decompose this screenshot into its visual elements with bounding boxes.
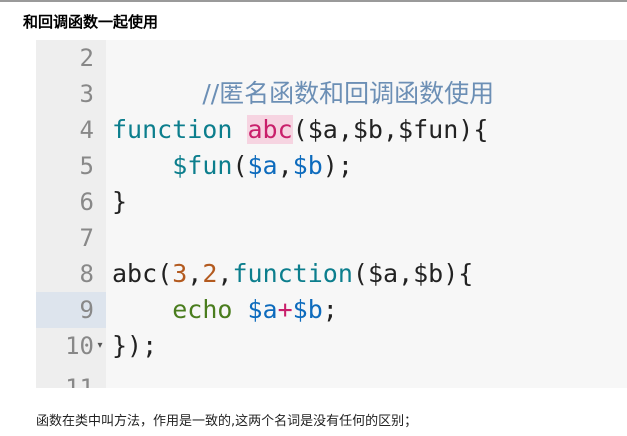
code-punct: ; — [322, 295, 338, 324]
code-variable: $b — [292, 295, 323, 324]
code-param: $b — [413, 259, 444, 288]
code-line: 4 function abc($a,$b,$fun){ — [36, 112, 627, 148]
code-punct: ); — [322, 151, 353, 180]
code-variable: $a — [247, 295, 278, 324]
code-number: 3 — [172, 259, 188, 288]
line-content: }); — [112, 328, 157, 364]
code-line: 6 } — [36, 184, 627, 220]
code-number: 2 — [202, 259, 218, 288]
code-editor[interactable]: 2 //匿名函数和回调函数使用 3 4 function abc($a,$b,$… — [36, 40, 627, 388]
code-line: 7 — [36, 220, 627, 256]
line-content: echo $a+$b; — [112, 292, 338, 328]
line-number: 10 — [65, 332, 94, 360]
code-function-name: abc — [247, 115, 293, 144]
code-punct: ( — [157, 259, 173, 288]
code-variable: $b — [292, 151, 323, 180]
line-number: 5 — [79, 152, 94, 180]
code-param: $fun — [398, 115, 459, 144]
code-line: 11 — [36, 370, 627, 388]
code-punct: , — [187, 259, 203, 288]
code-line: 2 //匿名函数和回调函数使用 — [36, 40, 627, 108]
line-content: abc(3,2,function($a,$b){ — [112, 256, 473, 292]
line-number: 3 — [79, 80, 94, 108]
line-number: 4 — [79, 116, 94, 144]
code-punct: , — [337, 115, 353, 144]
code-operator: + — [277, 295, 293, 324]
fold-arrow-icon[interactable]: ▾ — [94, 328, 106, 364]
code-param: $b — [352, 115, 383, 144]
code-punct: ( — [352, 259, 368, 288]
code-param: $a — [367, 259, 399, 288]
code-punct: ){ — [458, 115, 489, 144]
code-punct: , — [382, 115, 399, 144]
top-divider — [0, 0, 627, 2]
code-variable: $a — [247, 151, 278, 180]
line-number: 2 — [79, 44, 94, 72]
line-content: } — [112, 184, 127, 220]
code-punct: ( — [292, 115, 308, 144]
line-number: 11 — [65, 374, 94, 388]
code-line: 8 abc(3,2,function($a,$b){ — [36, 256, 627, 292]
line-number: 6 — [79, 188, 94, 216]
code-variable-call: $fun — [172, 151, 233, 180]
line-content: function abc($a,$b,$fun){ — [112, 112, 488, 148]
code-echo-keyword: echo — [172, 295, 233, 324]
section-title: 和回调函数一起使用 — [23, 13, 159, 31]
footer-note: 函数在类中叫方法，作用是一致的,这两个名词是没有任何的区别； — [36, 414, 418, 429]
code-punct: }); — [112, 331, 158, 360]
code-line-active: 9 echo $a+$b; — [36, 292, 627, 328]
line-number-active: 9 — [36, 292, 106, 328]
code-punct: } — [112, 187, 128, 216]
code-keyword: function — [232, 259, 353, 288]
line-number: 8 — [79, 260, 94, 288]
code-line: 10 ▾ }); — [36, 328, 627, 364]
code-line: 5 $fun($a,$b); — [36, 148, 627, 184]
code-line: 3 — [36, 76, 627, 112]
code-param: $a — [307, 115, 338, 144]
code-punct: ( — [232, 151, 248, 180]
line-number: 7 — [79, 224, 94, 252]
code-punct: ){ — [443, 259, 474, 288]
code-keyword: function — [112, 115, 233, 144]
line-content: //匿名函数和回调函数使用 — [112, 40, 494, 108]
code-function-call: abc — [112, 259, 158, 288]
code-punct: , — [277, 151, 293, 180]
code-punct: , — [398, 259, 414, 288]
line-content: $fun($a,$b); — [112, 148, 353, 184]
code-punct: , — [217, 259, 233, 288]
